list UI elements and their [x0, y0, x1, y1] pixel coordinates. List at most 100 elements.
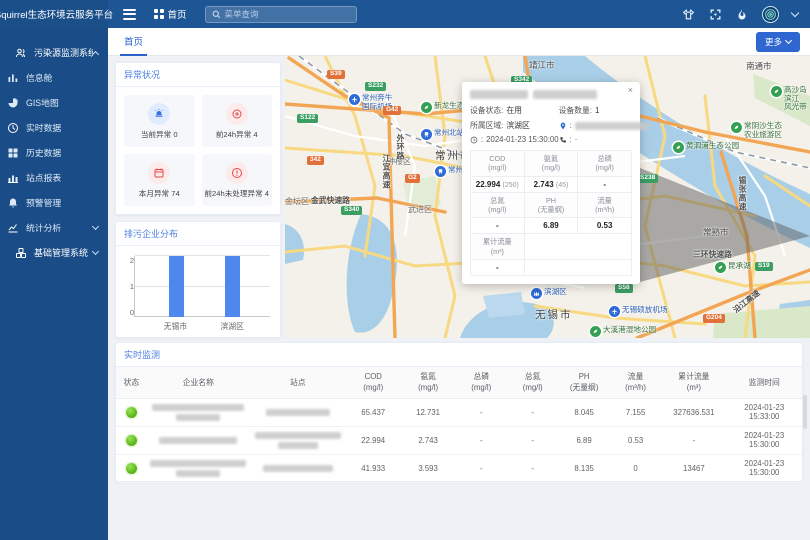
value-cell: - — [456, 398, 507, 426]
phone: :· — [559, 135, 649, 144]
warning-icon — [226, 162, 248, 184]
clock-icon — [470, 136, 478, 144]
tab-home[interactable]: 首页 — [120, 28, 147, 56]
map-poi-7[interactable]: 昆承湖 — [715, 262, 751, 273]
header-actions — [681, 6, 810, 23]
chevron-down-icon[interactable] — [791, 8, 799, 16]
map-poi-8[interactable]: 无锡硕放机场 — [609, 306, 668, 317]
table-row[interactable]: 22.9942.743--6.890.53-2024-01-23 15:30:0… — [116, 426, 802, 454]
sidebar-item-label: 预警管理 — [26, 196, 98, 209]
road-badge-G204: G204 — [703, 314, 725, 323]
col-header-5: 总磷(mg/l) — [456, 367, 507, 398]
value-cell: - — [456, 454, 507, 482]
redacted-text — [176, 414, 220, 421]
top-header: Squirrel生态环境云服务平台 首页 — [0, 0, 810, 28]
park-icon — [771, 86, 782, 97]
realtime-clock-icon — [6, 121, 19, 134]
map-label-10: 常熟市 — [703, 226, 729, 238]
main-content: 异常状况 当前异常 0前24h异常 4本月异常 74前24h未处理异常 4 排污… — [108, 56, 810, 540]
col-header-4: 氨氮(mg/l) — [401, 367, 456, 398]
map-label-7: 外环路 — [395, 134, 406, 160]
road-badge-S19: S19 — [755, 262, 773, 271]
base-system-icon — [14, 246, 27, 259]
value-cell: - — [456, 426, 507, 454]
map-label-1: 南通市 — [746, 60, 772, 72]
target-icon — [226, 103, 248, 125]
search-input[interactable] — [225, 9, 350, 19]
gis-map[interactable]: 靖江市南通市常州市钟楼区武进区金坛区金武快速路外环路江宜高速无锡市常熟市三环快速… — [285, 56, 810, 338]
poi-label: 黄泗浦生态公园 — [686, 142, 739, 151]
panel-title: 实时监测 — [116, 343, 802, 367]
alarm-card-1[interactable]: 前24h异常 4 — [202, 95, 273, 147]
table-row[interactable]: 41.9333.593--8.1350134672024-01-23 15:30… — [116, 454, 802, 482]
table-scrollbar[interactable] — [803, 395, 807, 429]
alert-bell-icon — [6, 196, 19, 209]
value-cell: 0.53 — [610, 426, 661, 454]
stats-line-icon — [6, 221, 19, 234]
poi-label: 昆承湖 — [728, 262, 751, 271]
status-dot-online — [126, 435, 137, 446]
alarm-card-2[interactable]: 本月异常 74 — [124, 154, 195, 206]
alarm-card-3[interactable]: 前24h未处理异常 4 — [202, 154, 273, 206]
map-poi-9[interactable]: 大溪港湿地公园 — [590, 326, 656, 337]
map-poi-2[interactable]: 常州北站 — [421, 129, 464, 140]
value-cell: 41.933 — [346, 454, 401, 482]
col-header-8: 流量(m³/h) — [610, 367, 661, 398]
menu-search[interactable] — [205, 6, 357, 23]
sidebar-nav: 污染源监测系统 信息舱GIS地图实时数据历史数据站点报表预警管理统计分析 基础管… — [0, 28, 108, 540]
expand-caret-icon — [92, 248, 99, 255]
map-poi-4[interactable]: 高沙岛滨江风光带 — [771, 86, 810, 112]
site-name-redacted — [250, 398, 346, 426]
value-cell: 22.994 — [346, 426, 401, 454]
table-row[interactable]: 65.43712.731--8.0457.155327636.5312024-0… — [116, 398, 802, 426]
sidebar-item-2[interactable]: 实时数据 — [0, 115, 108, 140]
sidebar-item-3[interactable]: 历史数据 — [0, 140, 108, 165]
more-button[interactable]: 更多 — [756, 32, 800, 52]
sidebar-group-pollution-monitoring[interactable]: 污染源监测系统 — [0, 40, 108, 65]
site-name-redacted — [250, 454, 346, 482]
status-dot-online — [126, 463, 137, 474]
status-cell — [116, 398, 147, 426]
map-poi-10[interactable]: 滨湖区 — [531, 288, 567, 299]
road-badge-S58: S58 — [615, 284, 633, 293]
map-poi-5[interactable]: 常阴沙生态农业旅游区 — [731, 122, 782, 139]
monitor-system-icon — [14, 46, 27, 59]
bar-chart: 210 无锡市滨湖区 — [116, 246, 280, 337]
address-redacted: : — [559, 120, 649, 131]
value-cell: 3.593 — [401, 454, 456, 482]
hamburger-menu-icon[interactable] — [114, 9, 144, 20]
value-cell: 65.437 — [346, 398, 401, 426]
value-cell: - — [507, 398, 558, 426]
report-bars-icon — [6, 171, 19, 184]
sidebar-item-5[interactable]: 预警管理 — [0, 190, 108, 215]
road-badge-342: 342 — [307, 156, 324, 165]
theme-shirt-icon[interactable] — [681, 7, 695, 21]
sidebar-item-1[interactable]: GIS地图 — [0, 90, 108, 115]
value-cell: 8.135 — [558, 454, 609, 482]
value-cell: 7.155 — [610, 398, 661, 426]
enterprise-name-redacted — [147, 454, 250, 482]
fullscreen-icon[interactable] — [708, 7, 722, 21]
road-badge-S122: S122 — [297, 114, 318, 123]
user-avatar[interactable] — [762, 6, 779, 23]
value-cell: 8.045 — [558, 398, 609, 426]
close-icon[interactable]: × — [628, 86, 633, 95]
map-poi-6[interactable]: 黄泗浦生态公园 — [673, 142, 739, 153]
tab-bar: 首页 更多 — [108, 28, 810, 56]
nav-home[interactable]: 首页 — [154, 7, 187, 21]
sidebar-item-0[interactable]: 信息舱 — [0, 65, 108, 90]
alarm-card-label: 当前异常 0 — [141, 129, 178, 140]
map-label-11: 三环快速路 — [693, 249, 732, 260]
value-cell: 327636.531 — [661, 398, 726, 426]
flame-icon[interactable] — [735, 7, 749, 21]
redacted-text — [266, 409, 330, 416]
sidebar-item-6[interactable]: 统计分析 — [0, 215, 108, 240]
map-label-6: 金武快速路 — [311, 195, 350, 206]
sidebar-item-4[interactable]: 站点报表 — [0, 165, 108, 190]
search-icon — [212, 10, 221, 19]
poi-label: 滨湖区 — [544, 288, 567, 297]
sidebar-group-base-management[interactable]: 基础管理系统 — [0, 240, 108, 265]
site-name-redacted — [250, 426, 346, 454]
gis-map-icon — [6, 96, 19, 109]
alarm-card-0[interactable]: 当前异常 0 — [124, 95, 195, 147]
